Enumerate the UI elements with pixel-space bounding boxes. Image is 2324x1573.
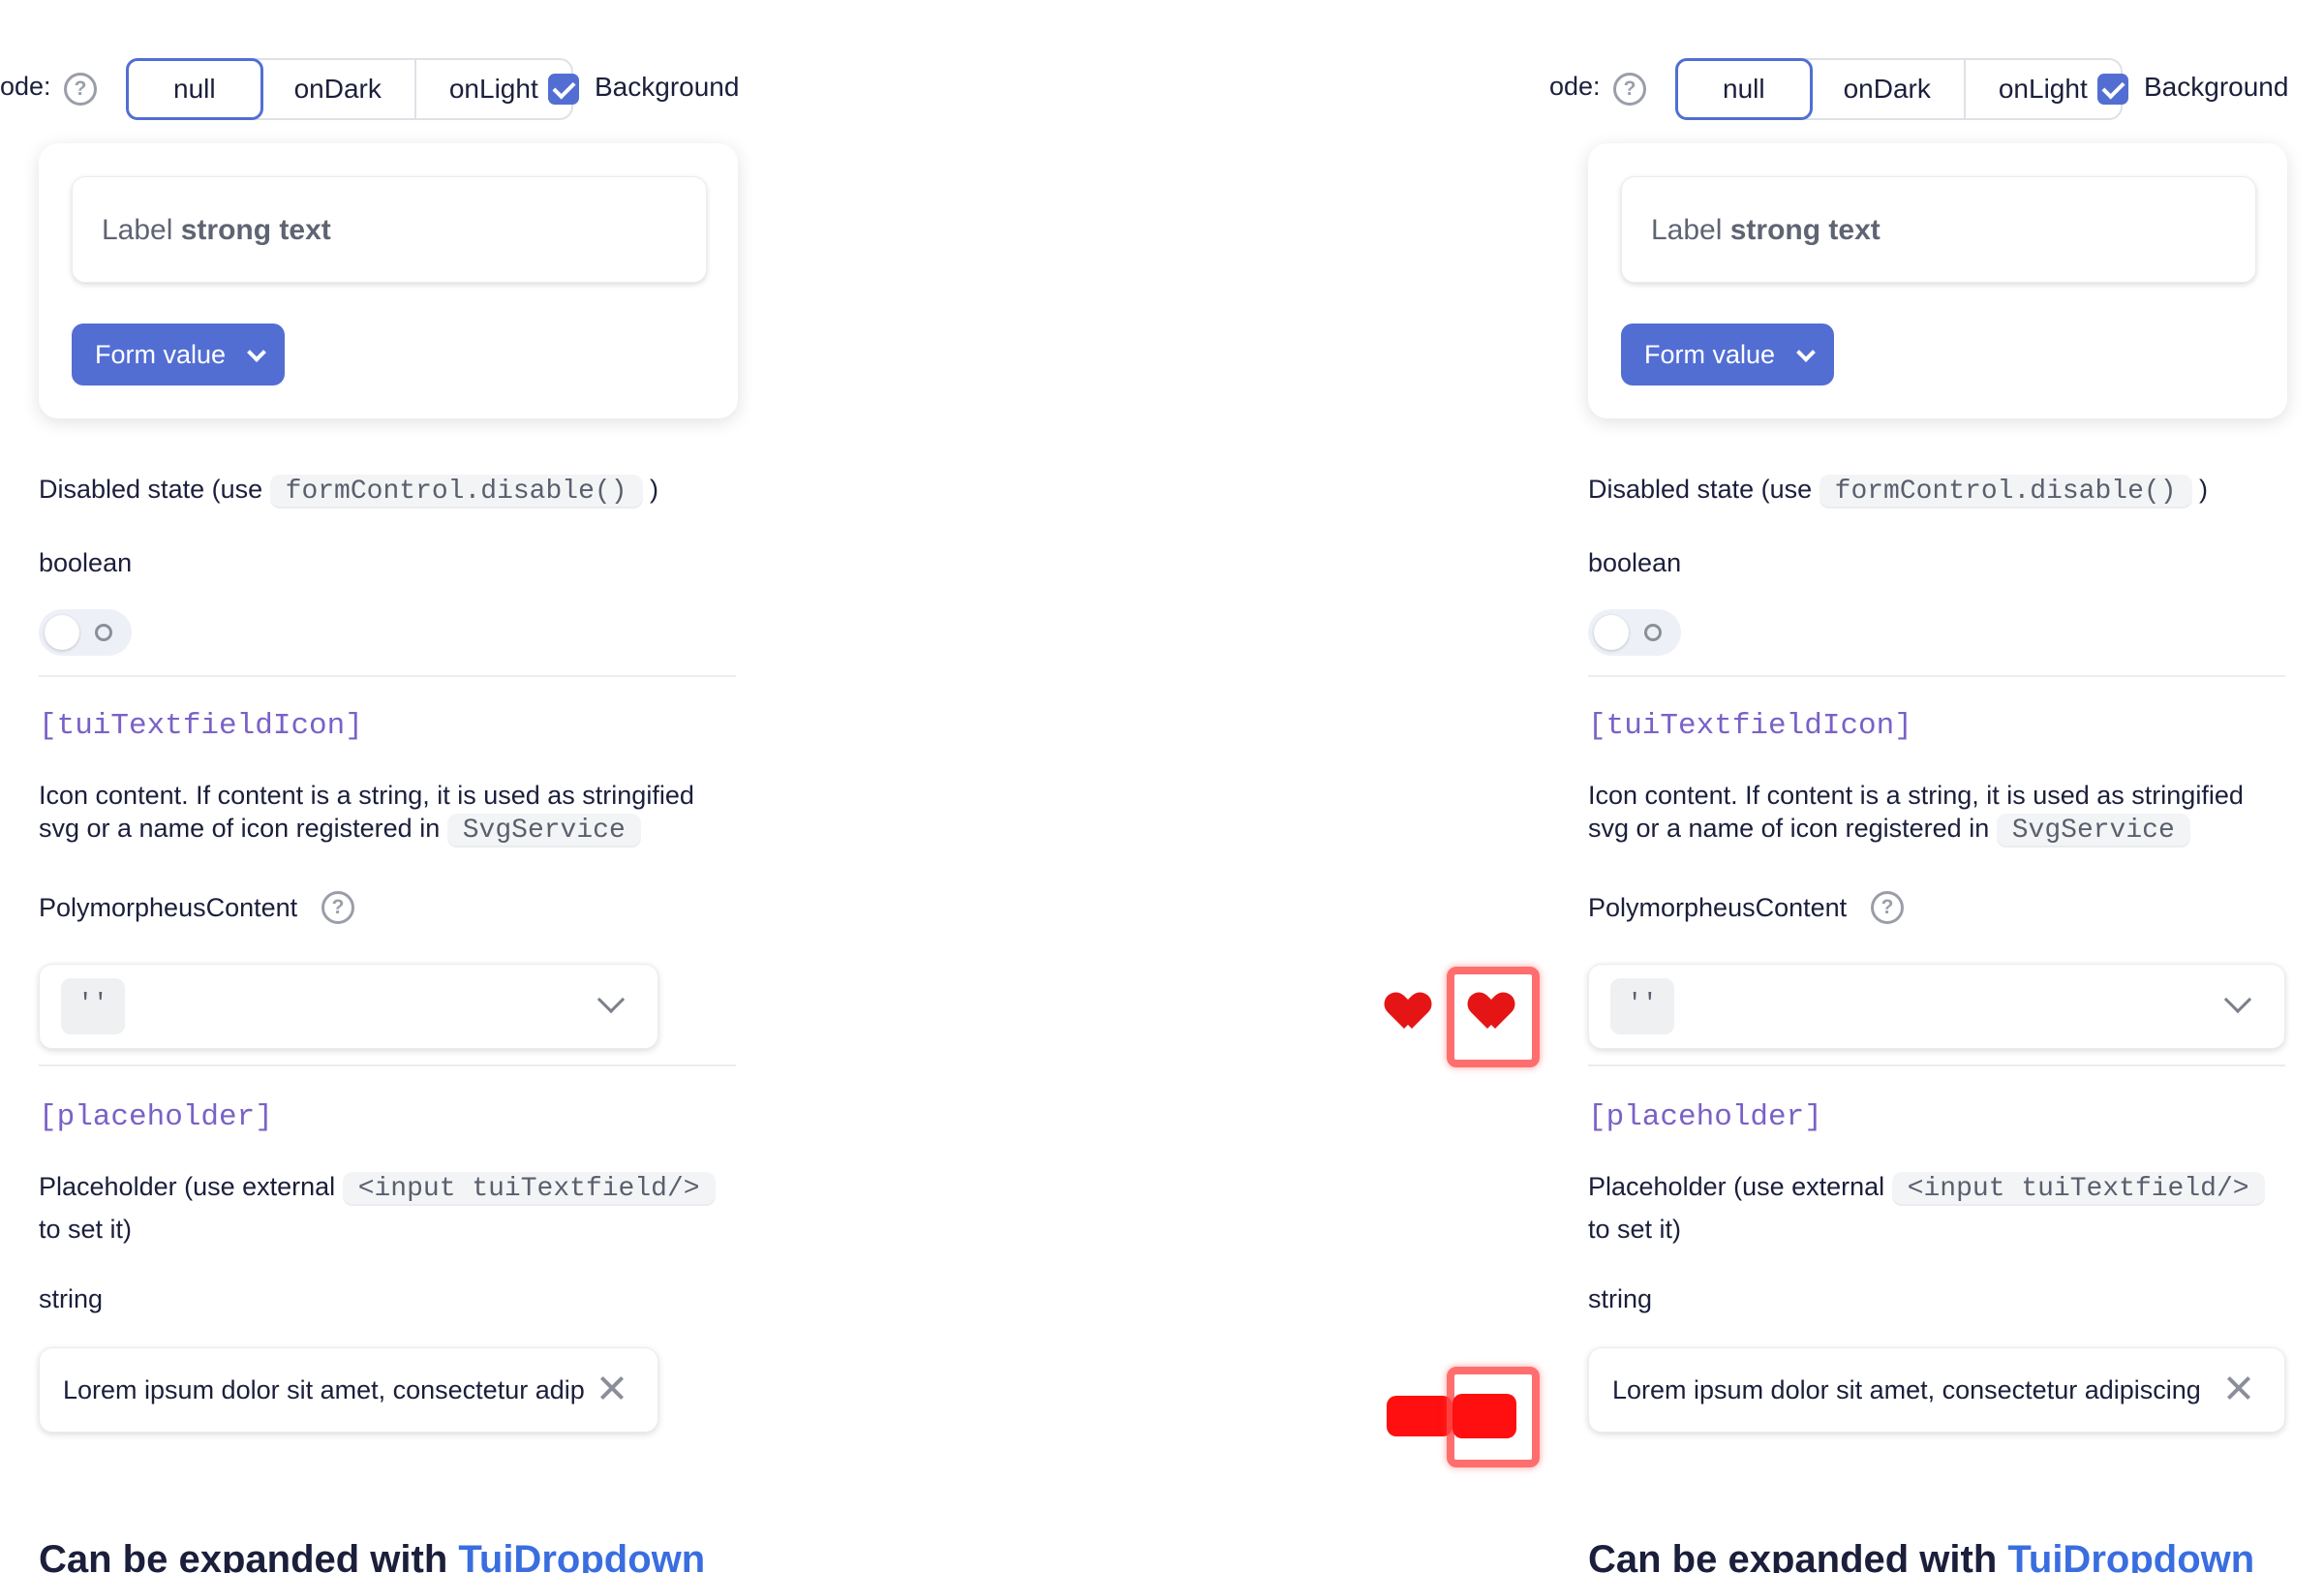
background-checkbox[interactable] xyxy=(548,74,579,105)
disabled-description: Disabled state (use formControl.disable(… xyxy=(39,475,659,509)
question-circle-icon[interactable]: ? xyxy=(321,891,354,924)
placeholder-input-value: Lorem ipsum dolor sit amet, consectetur … xyxy=(63,1375,585,1404)
placeholder-type: string xyxy=(1588,1284,1653,1313)
code-svgservice: SvgService xyxy=(446,814,641,848)
form-value-button[interactable]: Form value xyxy=(1621,324,1834,386)
icon-select[interactable]: '' xyxy=(1588,964,2285,1049)
tuidropdown-link[interactable]: TuiDropdown xyxy=(2007,1538,2254,1573)
form-value-button[interactable]: Form value xyxy=(72,324,285,386)
icon-description-line2: svg or a name of icon registered in SvgS… xyxy=(1588,814,2190,848)
divider xyxy=(39,1064,736,1066)
disabled-type: boolean xyxy=(39,548,133,577)
demo-card: Label strong text Form value xyxy=(1588,143,2287,418)
section-heading: Can be expanded with TuiDropdown xyxy=(39,1538,705,1573)
left-panel: lode: ? null onDark onLight Background L… xyxy=(0,0,1162,1573)
icon-select[interactable]: '' xyxy=(39,964,658,1049)
toggle-off-icon xyxy=(1644,624,1662,641)
clear-icon[interactable] xyxy=(2226,1375,2251,1401)
divider xyxy=(39,675,736,677)
toggle-knob xyxy=(1594,615,1629,650)
chevron-down-icon xyxy=(247,343,266,362)
right-panel: lode: ? null onDark onLight Background L… xyxy=(1549,0,2324,1573)
divider xyxy=(1588,1064,2285,1066)
disabled-toggle[interactable] xyxy=(1588,609,1681,656)
select-value-chip: '' xyxy=(61,978,125,1034)
select-value-chip: '' xyxy=(1610,978,1674,1034)
textfield-label: Label strong text xyxy=(102,214,331,246)
icon-description-line1: Icon content. If content is a string, it… xyxy=(1588,781,2244,810)
red-artifact-blob xyxy=(1375,1361,1559,1477)
mode-label: lode: xyxy=(0,72,51,101)
code-input-tuitextfield: <input tuiTextfield/> xyxy=(1891,1172,2265,1206)
placeholder-input[interactable]: Lorem ipsum dolor sit amet, consectetur … xyxy=(39,1347,658,1433)
background-label: Background xyxy=(2144,72,2289,102)
mode-segmented-control: null onDark onLight xyxy=(126,58,573,120)
mode-option-ondark[interactable]: onDark xyxy=(1811,60,1966,118)
mode-row: lode: ? null onDark onLight Background xyxy=(1549,56,2305,122)
placeholder-description: Placeholder (use external <input tuiText… xyxy=(1588,1172,2265,1206)
form-value-label: Form value xyxy=(95,340,227,369)
disabled-toggle[interactable] xyxy=(39,609,132,656)
mode-row: lode: ? null onDark onLight Background xyxy=(0,56,755,122)
prop-name-icon: [tuiTextfieldIcon] xyxy=(39,709,363,743)
placeholder-description: Placeholder (use external <input tuiText… xyxy=(39,1172,716,1206)
mode-label: lode: xyxy=(1549,72,1601,101)
toggle-off-icon xyxy=(95,624,112,641)
textfield-demo[interactable]: Label strong text xyxy=(1621,176,2256,283)
code-svgservice: SvgService xyxy=(1996,814,2190,848)
icon-type: PolymorpheusContent xyxy=(39,893,298,922)
placeholder-description-suffix: to set it) xyxy=(39,1215,133,1244)
mode-option-null[interactable]: null xyxy=(1675,58,1813,120)
placeholder-input[interactable]: Lorem ipsum dolor sit amet, consectetur … xyxy=(1588,1347,2285,1433)
placeholder-type: string xyxy=(39,1284,104,1313)
form-value-label: Form value xyxy=(1644,340,1776,369)
disabled-description: Disabled state (use formControl.disable(… xyxy=(1588,475,2209,509)
textfield-label: Label strong text xyxy=(1651,214,1881,246)
red-blob xyxy=(1387,1396,1452,1436)
icon-description-line2: svg or a name of icon registered in SvgS… xyxy=(39,814,641,848)
prop-name-icon: [tuiTextfieldIcon] xyxy=(1588,709,1912,743)
toggle-knob xyxy=(45,615,79,650)
code-input-tuitextfield: <input tuiTextfield/> xyxy=(342,1172,716,1206)
question-circle-icon[interactable]: ? xyxy=(1613,73,1646,106)
background-checkbox[interactable] xyxy=(2097,74,2128,105)
section-heading: Can be expanded with TuiDropdown xyxy=(1588,1538,2254,1573)
icon-type: PolymorpheusContent xyxy=(1588,893,1848,922)
prop-name-placeholder: [placeholder] xyxy=(1588,1100,1822,1134)
prop-name-placeholder: [placeholder] xyxy=(39,1100,273,1134)
heart-icon xyxy=(1389,994,1427,1029)
textfield-demo[interactable]: Label strong text xyxy=(72,176,707,283)
icon-description-line1: Icon content. If content is a string, it… xyxy=(39,781,694,810)
red-blob xyxy=(1452,1394,1516,1438)
placeholder-description-suffix: to set it) xyxy=(1588,1215,1682,1244)
chevron-down-icon xyxy=(1796,343,1816,362)
disabled-type: boolean xyxy=(1588,548,1682,577)
mode-segmented-control: null onDark onLight xyxy=(1675,58,2123,120)
heart-icon xyxy=(1472,994,1511,1029)
chevron-down-icon xyxy=(2223,985,2252,1014)
tuidropdown-link[interactable]: TuiDropdown xyxy=(458,1538,705,1573)
clear-icon[interactable] xyxy=(599,1375,625,1401)
divider xyxy=(1588,675,2285,677)
background-label: Background xyxy=(595,72,740,102)
mode-option-null[interactable]: null xyxy=(126,58,263,120)
red-artifact-hearts xyxy=(1375,959,1559,1075)
code-formcontrol-disable: formControl.disable() xyxy=(269,475,643,509)
placeholder-input-value: Lorem ipsum dolor sit amet, consectetur … xyxy=(1612,1375,2201,1404)
question-circle-icon[interactable]: ? xyxy=(1871,891,1904,924)
question-circle-icon[interactable]: ? xyxy=(64,73,97,106)
chevron-down-icon xyxy=(596,985,626,1014)
demo-card: Label strong text Form value xyxy=(39,143,738,418)
mode-option-ondark[interactable]: onDark xyxy=(261,60,416,118)
code-formcontrol-disable: formControl.disable() xyxy=(1819,475,2192,509)
